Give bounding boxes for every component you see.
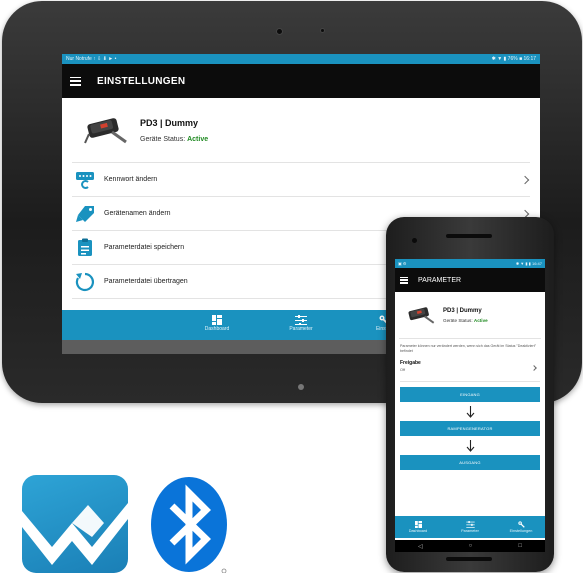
rampengenerator-button[interactable]: RAMPENGENERATOR <box>400 421 540 436</box>
hamburger-menu-icon[interactable] <box>400 276 408 284</box>
settings-icon <box>501 519 541 529</box>
menu-item-label: Kennwort ändern <box>104 176 158 183</box>
bluetooth-icon <box>151 477 227 573</box>
tablet-camera <box>276 28 283 35</box>
dashboard-icon <box>398 519 438 529</box>
chevron-right-icon <box>520 175 530 184</box>
home-icon[interactable]: ○ <box>469 543 473 549</box>
hamburger-menu-icon[interactable] <box>70 76 81 86</box>
device-header: PD3 | Dummy Geräte Status: Active <box>72 98 530 163</box>
status-left: ▣ ⚙ <box>398 261 407 266</box>
menu-item-label: Gerätenamen ändern <box>104 210 171 217</box>
status-right: ✱ ▼ ▮ 76% ■ 16:17 <box>491 56 536 62</box>
device-status-value: Active <box>187 135 209 143</box>
device-status-label: Geräte Status: <box>140 135 186 143</box>
back-icon[interactable]: ◁ <box>418 543 423 550</box>
menu-item-label: Parameterdatei übertragen <box>104 278 188 285</box>
nav-label: Dashboard <box>408 529 428 533</box>
device-name: PD3 | Dummy <box>140 117 199 128</box>
freigabe-value: Off <box>400 368 405 372</box>
device-icon <box>408 307 435 324</box>
parameter-description: Parameter können nur verändert werden, w… <box>400 344 536 353</box>
nav-label: Dashboard <box>204 326 230 332</box>
tablet-home-dot <box>298 384 304 390</box>
app-bar: PARAMETER <box>395 268 545 292</box>
device-status: Geräte Status: Active <box>140 136 208 143</box>
status-left: Nur Notrufe ↑ ⇩ ⬇ ► • <box>66 56 117 62</box>
refresh-icon <box>74 271 96 293</box>
status-right: ✱ ▼ ▮ ▮ 16:47 <box>515 261 542 266</box>
app-bar: EINSTELLUNGEN <box>62 64 540 98</box>
status-bar: Nur Notrufe ↑ ⇩ ⬇ ► • ✱ ▼ ▮ 76% ■ 16:17 <box>62 54 540 64</box>
password-icon <box>74 169 96 191</box>
phone-screen: ▣ ⚙ ✱ ▼ ▮ ▮ 16:47 PARAMETER PD3 | Dummy … <box>395 259 545 540</box>
arrow-down-icon <box>395 436 545 455</box>
recents-icon[interactable]: □ <box>518 543 522 549</box>
device-status-value: Active <box>473 317 488 323</box>
menu-item-label: Parameterdatei speichern <box>104 244 185 251</box>
arrow-down-icon <box>395 402 545 421</box>
device-name: PD3 | Dummy <box>443 307 482 314</box>
page-title: PARAMETER <box>418 276 462 284</box>
nav-parameter[interactable]: Parameter <box>271 313 331 332</box>
nav-dashboard[interactable]: Dashboard <box>187 313 247 332</box>
sliders-icon <box>271 313 331 326</box>
nav-parameter[interactable]: Parameter <box>450 519 490 533</box>
page-title: EINSTELLUNGEN <box>97 75 186 87</box>
phone-device: ▣ ⚙ ✱ ▼ ▮ ▮ 16:47 PARAMETER PD3 | Dummy … <box>386 217 554 572</box>
eingang-button[interactable]: EINGANG <box>400 387 540 402</box>
sliders-icon <box>450 519 490 529</box>
freigabe-label: Freigabe <box>400 360 421 366</box>
nav-dashboard[interactable]: Dashboard <box>398 519 438 533</box>
freigabe-setting[interactable]: Freigabe Off <box>400 360 540 382</box>
device-status-label: Geräte Status: <box>443 317 473 323</box>
nav-settings[interactable]: Einstellungen <box>501 519 541 533</box>
tablet-sensor <box>320 28 325 33</box>
device-icon <box>84 118 127 144</box>
dashboard-icon <box>187 313 247 326</box>
nav-label: Parameter <box>461 529 479 533</box>
status-bar: ▣ ⚙ ✱ ▼ ▮ ▮ 16:47 <box>395 259 545 268</box>
android-nav-bar: ◁ ○ □ <box>395 540 545 552</box>
nav-label: Parameter <box>289 326 313 332</box>
tag-icon <box>74 203 96 225</box>
phone-camera <box>412 238 417 243</box>
bottom-navigation: Dashboard Parameter Einstellungen <box>395 516 545 538</box>
phone-bottom-speaker <box>446 557 492 561</box>
device-status: Geräte Status: Active <box>443 318 488 323</box>
phone-speaker <box>446 234 492 238</box>
nav-label: Einstellungen <box>509 529 533 533</box>
device-header: PD3 | Dummy Geräte Status: Active <box>399 292 541 339</box>
app-logo-icon <box>22 475 128 573</box>
ausgang-button[interactable]: AUSGANG <box>400 455 540 470</box>
clipboard-icon <box>74 237 96 259</box>
menu-item-password[interactable]: Kennwort ändern <box>72 163 530 197</box>
